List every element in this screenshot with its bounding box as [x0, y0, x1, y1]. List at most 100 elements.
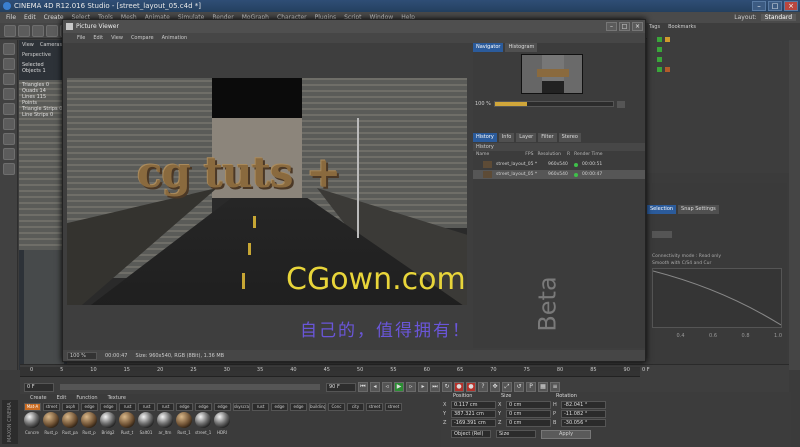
viewport-menu-view[interactable]: View [22, 42, 34, 48]
move-icon[interactable] [46, 24, 58, 37]
pv-maximize-button[interactable]: □ [619, 22, 630, 31]
pla-key-button[interactable]: ▦ [538, 382, 548, 392]
col-name[interactable]: Name [476, 151, 489, 159]
scale-key-button[interactable]: ⤢ [502, 382, 512, 392]
pv-menu-edit[interactable]: Edit [93, 33, 103, 43]
prev-frame-button[interactable]: ◃ [382, 382, 392, 392]
material-swatch[interactable] [214, 412, 230, 428]
position-y-field[interactable]: 387.321 cm [451, 410, 496, 418]
material-tag[interactable]: street [385, 403, 402, 411]
tag-icon[interactable] [665, 66, 670, 72]
position-key-button[interactable]: ✥ [490, 382, 500, 392]
rotation-p-field[interactable]: -11.082 ° [561, 410, 606, 418]
col-render-time[interactable]: Render Time [574, 151, 602, 159]
object-mode-icon[interactable] [2, 73, 15, 85]
next-key-button[interactable]: ▸ [418, 382, 428, 392]
material-swatch[interactable] [100, 412, 116, 428]
object-row[interactable] [657, 65, 777, 73]
layout-selector[interactable]: Layout: Standard [734, 12, 796, 23]
tab-tags[interactable]: Tags [649, 24, 660, 30]
rotation-h-field[interactable]: -82.041 ° [561, 401, 606, 409]
material-tag[interactable]: edge [271, 403, 288, 411]
menu-file[interactable]: File [6, 12, 16, 23]
preview-range-slider[interactable] [60, 384, 320, 390]
rotation-key-button[interactable]: ↺ [514, 382, 524, 392]
rotation-b-field[interactable]: -30.056 ° [561, 419, 606, 427]
pv-menu-view[interactable]: View [111, 33, 123, 43]
menu-mat-function[interactable]: Function [76, 394, 97, 402]
snap-icon[interactable] [2, 148, 15, 160]
material-swatch[interactable] [176, 412, 192, 428]
param-key-button[interactable]: P [526, 382, 536, 392]
tab-layer[interactable]: Layer [516, 133, 537, 142]
material-tag[interactable]: edge [290, 403, 307, 411]
play-button[interactable]: ▶ [394, 382, 404, 392]
menu-edit[interactable]: Edit [24, 12, 36, 23]
prev-key-button[interactable]: ◂ [370, 382, 380, 392]
size-mode-select[interactable]: Size [496, 430, 536, 438]
material-swatch[interactable] [24, 412, 40, 428]
tab-filter[interactable]: Filter [538, 133, 557, 142]
history-row[interactable]: street_layout_05 * 960x540 00:00:47 [473, 170, 645, 179]
material-tag[interactable]: city [347, 403, 364, 411]
object-row[interactable] [657, 45, 777, 53]
material-tag[interactable]: street [366, 403, 383, 411]
material-tag[interactable]: rust [138, 403, 155, 411]
record-button[interactable]: ● [454, 382, 464, 392]
maximize-button[interactable]: □ [768, 1, 782, 11]
visible-check-icon[interactable] [657, 36, 662, 42]
material-tag[interactable]: rust [252, 403, 269, 411]
visible-check-icon[interactable] [657, 56, 662, 62]
tab-navigator[interactable]: Navigator [473, 43, 504, 52]
visible-check-icon[interactable] [657, 66, 662, 72]
pv-menu-animation[interactable]: Animation [162, 33, 188, 43]
timeline-menu-button[interactable]: ≡ [550, 382, 560, 392]
material-tag[interactable]: edge [195, 403, 212, 411]
material-tag[interactable]: edge [176, 403, 193, 411]
menu-mat-edit[interactable]: Edit [57, 394, 67, 402]
close-button[interactable]: × [784, 1, 798, 11]
points-mode-icon[interactable] [2, 88, 15, 100]
material-tag[interactable]: Conc [328, 403, 345, 411]
size-x-field[interactable]: 0 cm [506, 401, 551, 409]
material-tag[interactable]: rust [119, 403, 136, 411]
start-frame-field[interactable]: 0 F [24, 382, 54, 392]
material-swatch[interactable] [81, 412, 97, 428]
position-x-field[interactable]: 0.117 cm [451, 401, 496, 409]
material-swatch[interactable] [119, 412, 135, 428]
falloff-graph[interactable] [652, 268, 782, 328]
material-tag[interactable]: edge [81, 403, 98, 411]
history-row[interactable]: street_layout_05 * 960x540 00:00:51 [473, 160, 645, 169]
magnet-icon[interactable] [2, 163, 15, 175]
material-swatch[interactable] [195, 412, 211, 428]
pv-menu-compare[interactable]: Compare [131, 33, 154, 43]
position-z-field[interactable]: -169.391 cm [451, 419, 496, 427]
go-to-start-button[interactable]: ⏮ [358, 382, 368, 392]
tab-info[interactable]: Info [498, 133, 515, 142]
pv-menu-file[interactable]: File [77, 33, 85, 43]
material-swatch[interactable] [43, 412, 59, 428]
layout-value[interactable]: Standard [760, 14, 796, 21]
visible-check-icon[interactable] [657, 46, 662, 52]
end-frame-field[interactable]: 90 F [326, 382, 356, 392]
object-row[interactable] [657, 55, 777, 63]
material-tag[interactable]: building [309, 403, 326, 411]
col-r[interactable]: R [567, 151, 570, 159]
navigator-zoom-slider[interactable] [493, 101, 614, 107]
attribute-dropdown[interactable] [652, 231, 672, 238]
minimize-button[interactable]: – [752, 1, 766, 11]
axis-mode-icon[interactable] [2, 133, 15, 145]
make-editable-icon[interactable] [2, 43, 15, 55]
tab-histogram[interactable]: Histogram [505, 43, 538, 52]
material-tag[interactable]: skyscra [233, 403, 250, 411]
menu-create[interactable]: Create [44, 12, 64, 23]
col-fps[interactable]: FPS [525, 151, 533, 159]
autokey-button[interactable]: ● [466, 382, 476, 392]
picture-viewer-titlebar[interactable]: Picture Viewer – □ × [63, 20, 645, 33]
live-selection-icon[interactable] [32, 24, 44, 37]
viewport-menu-cameras[interactable]: Cameras [40, 42, 62, 48]
material-swatch[interactable] [157, 412, 173, 428]
tab-snap-settings[interactable]: Snap Settings [678, 205, 719, 214]
pv-close-button[interactable]: × [632, 22, 643, 31]
tab-stereo[interactable]: Stereo [558, 133, 581, 142]
